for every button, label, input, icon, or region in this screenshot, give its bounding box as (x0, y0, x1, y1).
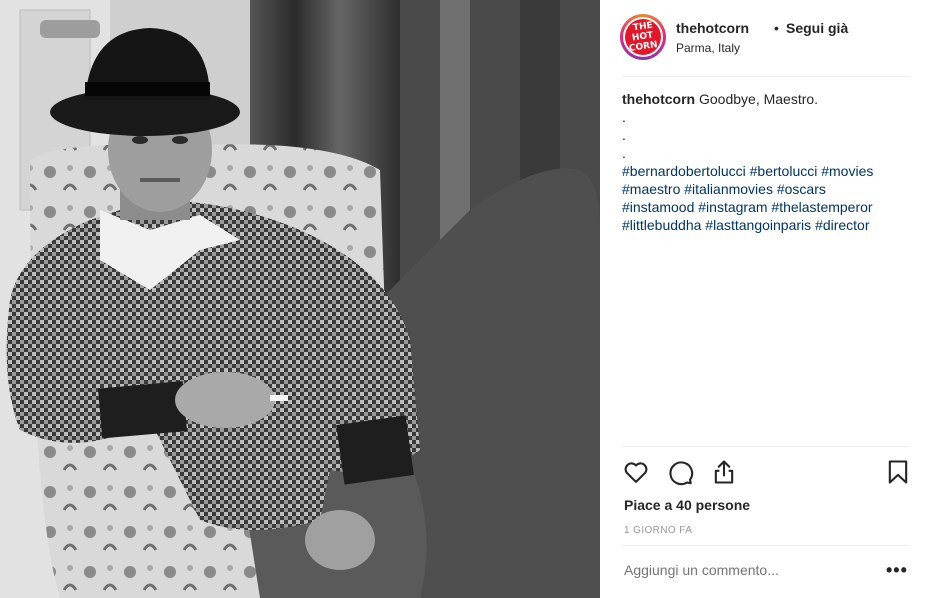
post-side-panel: THE HOT CORN thehotcorn • Segui già Parm… (600, 0, 934, 598)
username-link[interactable]: thehotcorn (676, 20, 749, 36)
bookmark-icon[interactable] (884, 458, 912, 486)
post-view: THE HOT CORN thehotcorn • Segui già Parm… (0, 0, 934, 598)
comment-input[interactable] (624, 562, 864, 578)
location-link[interactable]: Parma, Italy (676, 41, 740, 55)
hashtag-line[interactable]: #bernardobertolucci #bertolucci #movies (622, 162, 912, 180)
photo-image (0, 0, 600, 598)
post-caption: thehotcorn Goodbye, Maestro. . . . #bern… (622, 90, 912, 234)
separator-dot: • (774, 20, 779, 36)
likes-count[interactable]: Piace a 40 persone (624, 497, 750, 513)
caption-dot: . (622, 109, 626, 125)
post-header: THE HOT CORN thehotcorn • Segui già Parm… (620, 14, 910, 74)
action-bar (622, 458, 912, 488)
share-icon[interactable] (710, 458, 738, 486)
more-icon[interactable]: ••• (886, 560, 908, 581)
follow-button[interactable]: Segui già (786, 20, 848, 36)
caption-line: thehotcorn Goodbye, Maestro. (622, 90, 912, 108)
caption-username[interactable]: thehotcorn (622, 91, 695, 107)
divider (622, 76, 910, 77)
post-photo[interactable] (0, 0, 600, 598)
avatar[interactable]: THE HOT CORN (620, 14, 666, 60)
heart-icon[interactable] (622, 458, 650, 486)
divider (622, 446, 910, 447)
caption-dot: . (622, 145, 626, 161)
caption-text: Goodbye, Maestro. (699, 91, 819, 107)
divider (622, 545, 910, 546)
post-timestamp[interactable]: 1 GIORNO FA (624, 525, 692, 536)
hotcorn-logo: THE HOT CORN (625, 19, 661, 55)
hashtag-line[interactable]: #instamood #instagram #thelastemperor (622, 198, 912, 216)
hashtag-line[interactable]: #maestro #italianmovies #oscars (622, 180, 912, 198)
caption-dot: . (622, 127, 626, 143)
hashtag-line[interactable]: #littlebuddha #lasttangoinparis #directo… (622, 216, 912, 234)
avatar-ring: THE HOT CORN (623, 17, 663, 57)
comment-icon[interactable] (666, 458, 694, 486)
